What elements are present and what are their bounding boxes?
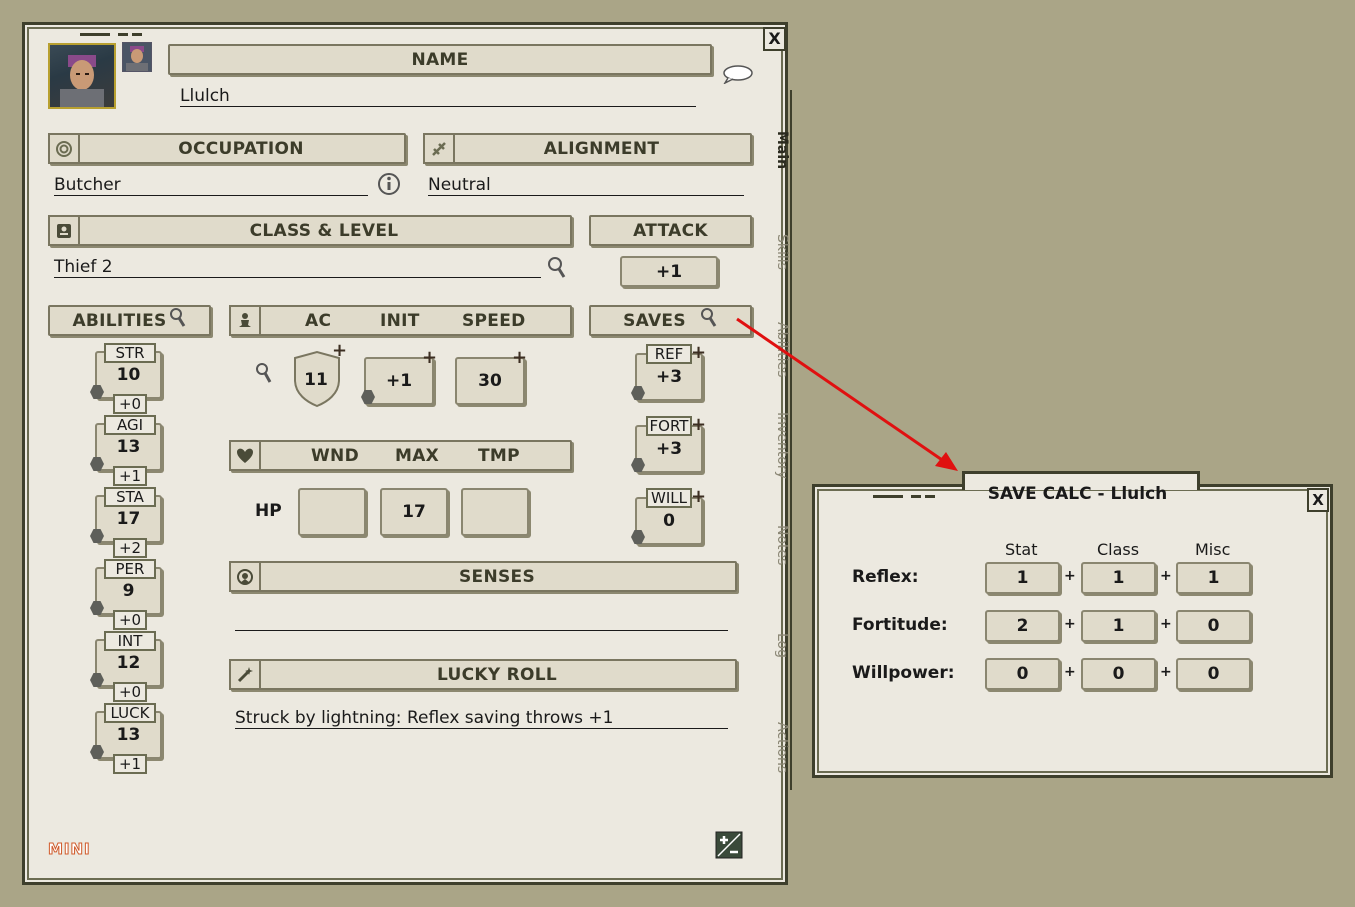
fortitude-stat-field[interactable]: 2 bbox=[985, 610, 1060, 642]
willpower-misc-field[interactable]: 0 bbox=[1176, 658, 1251, 690]
fortitude-misc-field[interactable]: 0 bbox=[1176, 610, 1251, 642]
misc-column-header: Misc bbox=[1195, 540, 1231, 559]
plus-operator: + bbox=[1064, 616, 1076, 632]
plus-operator: + bbox=[1064, 568, 1076, 584]
plus-operator: + bbox=[1160, 568, 1172, 584]
reflex-class-field[interactable]: 1 bbox=[1081, 562, 1156, 594]
save-calc-title: SAVE CALC - Llulch bbox=[987, 484, 1168, 504]
class-column-header: Class bbox=[1097, 540, 1140, 559]
save-calc-close-label: X bbox=[1312, 491, 1324, 509]
fortitude-label: Fortitude: bbox=[852, 615, 948, 635]
save-calc-corner-decoration bbox=[873, 495, 935, 498]
save-calc-close-button[interactable]: X bbox=[1307, 488, 1329, 512]
plus-operator: + bbox=[1160, 616, 1172, 632]
stat-column-header: Stat bbox=[1005, 540, 1038, 559]
plus-operator: + bbox=[1160, 664, 1172, 680]
reflex-stat-field[interactable]: 1 bbox=[985, 562, 1060, 594]
reflex-misc-field[interactable]: 1 bbox=[1176, 562, 1251, 594]
willpower-label: Willpower: bbox=[852, 663, 955, 683]
reflex-label: Reflex: bbox=[852, 567, 919, 587]
willpower-stat-field[interactable]: 0 bbox=[985, 658, 1060, 690]
fortitude-class-field[interactable]: 1 bbox=[1081, 610, 1156, 642]
plus-operator: + bbox=[1064, 664, 1076, 680]
willpower-class-field[interactable]: 0 bbox=[1081, 658, 1156, 690]
